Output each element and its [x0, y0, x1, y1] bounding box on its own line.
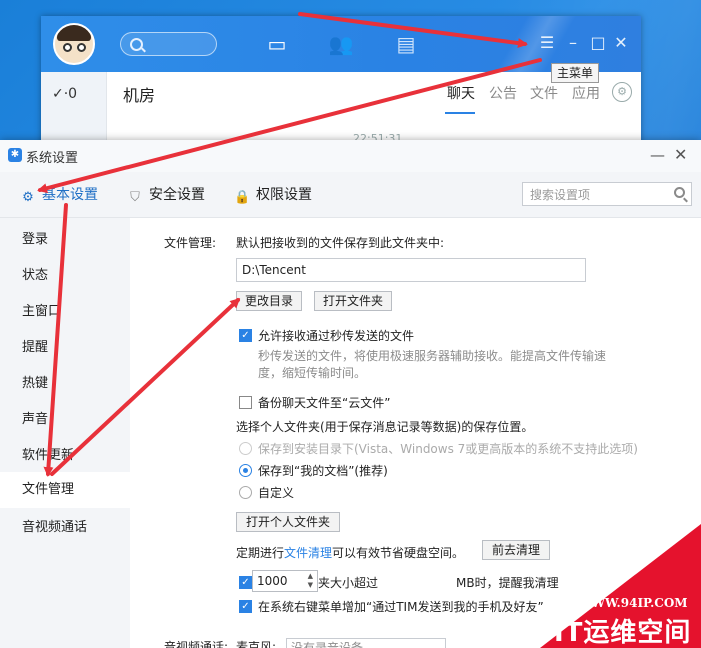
tab-label: 安全设置	[149, 187, 205, 203]
allow-fast-transfer-label: 允许接收通过秒传发送的文件	[258, 329, 415, 343]
sidebar-item-sound[interactable]: 声音	[0, 402, 130, 438]
save-path-field[interactable]: D:\Tencent	[236, 258, 586, 282]
tab-label: 基本设置	[42, 187, 98, 203]
tab-chat[interactable]: 聊天	[447, 83, 475, 103]
radio-my-documents-label: 保存到“我的文档”(推荐)	[258, 464, 388, 478]
sidebar-item-status[interactable]: 状态	[0, 258, 130, 294]
backup-cloud-label: 备份聊天文件至“云文件”	[258, 396, 391, 410]
radio-install-dir[interactable]	[239, 442, 252, 455]
document-icon[interactable]: ▤	[392, 33, 420, 55]
open-personal-folder-button[interactable]: 打开个人文件夹	[236, 512, 340, 532]
settings-sidebar: 登录 状态 主窗口 提醒 热键 声音 软件更新 文件管理 音视频通话	[0, 218, 130, 648]
tab-files[interactable]: 文件	[530, 83, 558, 103]
size-stepper[interactable]: 1000 ▲ ▼	[252, 570, 318, 592]
clean-text: 定期进行文件清理可以有效节省硬盘空间。	[236, 544, 464, 561]
sidebar-item-hotkeys[interactable]: 热键	[0, 366, 130, 402]
backup-cloud-checkbox[interactable]	[239, 396, 252, 409]
watermark-title: IT运维空间	[554, 618, 692, 648]
file-clean-link[interactable]: 文件清理	[284, 546, 332, 560]
task-count[interactable]: ✓·0	[52, 86, 77, 102]
fast-transfer-desc-2: 度，缩短传输时间。	[258, 366, 367, 380]
close-icon[interactable]: ✕	[674, 146, 687, 164]
radio-custom-label: 自定义	[258, 486, 295, 500]
sidebar-item-login[interactable]: 登录	[0, 222, 130, 258]
size-reminder-checkbox[interactable]: ✓	[239, 576, 252, 589]
search-placeholder: 搜索设置项	[530, 188, 591, 202]
app-logo-icon: ✱	[8, 148, 22, 162]
stepper-up-icon[interactable]: ▲	[308, 572, 313, 581]
main-menu-icon[interactable]: ☰	[538, 34, 556, 52]
tab-announcement[interactable]: 公告	[489, 83, 517, 103]
tab-label: 权限设置	[256, 187, 312, 203]
settings-titlebar: ✱ 系统设置 — ✕	[0, 140, 701, 172]
mic-label: 麦克风:	[236, 640, 277, 648]
clean-text-pre: 定期进行	[236, 546, 285, 560]
radio-my-documents[interactable]	[239, 464, 252, 477]
sidebar-item-main-window[interactable]: 主窗口	[0, 294, 130, 330]
close-icon[interactable]: ✕	[612, 34, 630, 52]
tab-underline	[445, 112, 475, 114]
save-location-desc: 默认把接收到的文件保存到此文件夹中:	[236, 236, 445, 250]
tim-search-input[interactable]	[120, 32, 217, 56]
av-call-label: 音视频通话:	[164, 640, 229, 648]
tim-main-window: ▭ 👥 ▤ ☰ – □ ✕ ✓·0 机房 聊天 公告 文件 应用 ⚙ 22:51…	[41, 16, 641, 208]
shield-icon: ⛉	[130, 190, 140, 205]
gear-icon[interactable]: ⚙	[612, 82, 632, 102]
clean-text-post: 可以有效节省硬盘空间。	[332, 546, 465, 560]
settings-title: 系统设置	[26, 151, 79, 166]
size-value: 1000	[257, 574, 288, 588]
watermark: WWW.94IP.COM IT运维空间	[540, 524, 701, 648]
sidebar-item-av-call[interactable]: 音视频通话	[0, 510, 130, 546]
tab-basic-settings[interactable]: ⚙ 基本设置	[20, 186, 98, 205]
avatar[interactable]	[53, 23, 95, 65]
search-icon	[674, 187, 685, 198]
file-management-label: 文件管理:	[164, 236, 217, 250]
open-folder-button[interactable]: 打开文件夹	[314, 291, 392, 311]
tab-apps[interactable]: 应用	[572, 83, 600, 103]
allow-fast-transfer-checkbox[interactable]: ✓	[239, 329, 252, 342]
radio-install-dir-label: 保存到安装目录下(Vista、Windows 7或更高版本的系统不支持此选项)	[258, 442, 638, 456]
watermark-url: WWW.94IP.COM	[578, 596, 688, 610]
minimize-icon[interactable]: –	[564, 34, 582, 52]
personal-folder-location-desc: 选择个人文件夹(用于保存消息记录等数据)的保存位置。	[236, 420, 534, 434]
lock-icon: 🔒	[234, 190, 251, 205]
sidebar-item-update[interactable]: 软件更新	[0, 438, 130, 474]
tab-permission-settings[interactable]: 🔒 权限设置	[234, 186, 312, 205]
change-dir-button[interactable]: 更改目录	[236, 291, 302, 311]
tab-security-settings[interactable]: ⛉ 安全设置	[127, 186, 205, 205]
settings-tabs: ⚙ 基本设置 ⛉ 安全设置 🔒 权限设置 搜索设置项	[0, 172, 701, 218]
fast-transfer-desc: 秒传发送的文件，将使用极速服务器辅助接收。能提高文件传输速	[258, 349, 607, 363]
context-menu-checkbox[interactable]: ✓	[239, 600, 252, 613]
chat-icon[interactable]: ▭	[263, 33, 291, 55]
gear-icon: ⚙	[22, 190, 34, 205]
main-menu-tooltip: 主菜单	[551, 63, 600, 83]
context-menu-label: 在系统右键菜单增加“通过TIM发送到我的手机及好友”	[258, 600, 544, 614]
sidebar-item-reminder[interactable]: 提醒	[0, 330, 130, 366]
settings-search-input[interactable]: 搜索设置项	[522, 182, 692, 206]
stepper-down-icon[interactable]: ▼	[308, 581, 313, 590]
minimize-icon[interactable]: —	[650, 147, 665, 163]
contacts-icon[interactable]: 👥	[327, 33, 355, 55]
chat-title: 机房	[123, 86, 156, 105]
radio-custom[interactable]	[239, 486, 252, 499]
mic-select[interactable]: 没有录音设备	[286, 638, 446, 648]
maximize-icon[interactable]: □	[589, 34, 607, 52]
sidebar-item-file-management[interactable]: 文件管理	[0, 472, 130, 508]
